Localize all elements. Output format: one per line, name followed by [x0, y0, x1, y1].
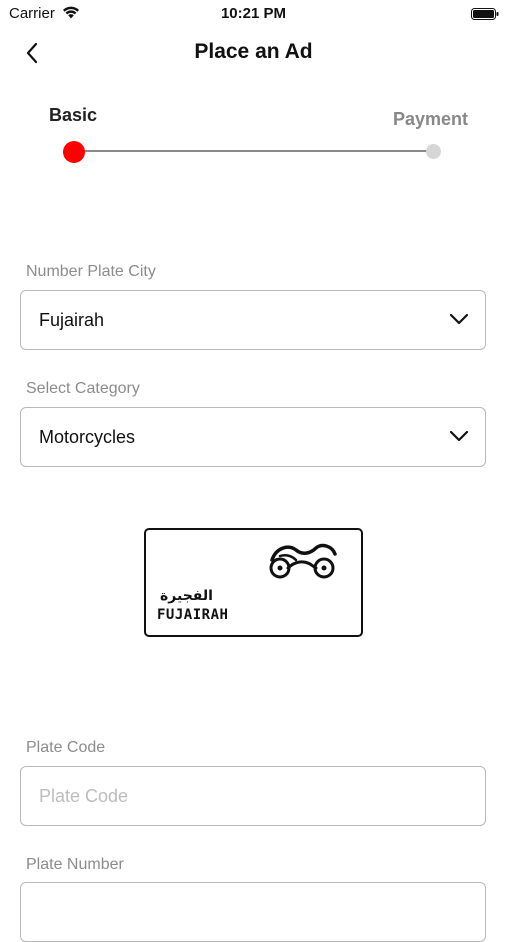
step-progress-line	[74, 150, 434, 152]
plate-number-field[interactable]	[20, 882, 486, 942]
plate-code-label: Plate Code	[26, 739, 106, 756]
step-basic-label: Basic	[49, 105, 98, 125]
clock: 10:21 PM	[220, 5, 287, 22]
step-payment-indicator	[426, 144, 441, 159]
plate-city-value: Fujairah	[39, 310, 105, 330]
plate-city-label: Number Plate City	[26, 263, 156, 280]
step-basic-indicator	[63, 141, 85, 163]
plate-arabic-city: الفجيرة	[160, 588, 213, 604]
plate-number-label: Plate Number	[26, 856, 124, 873]
plate-preview: الفجيرة FUJAIRAH	[144, 528, 363, 637]
chevron-down-icon	[449, 313, 469, 325]
category-label: Select Category	[26, 380, 140, 397]
plate-city-select[interactable]: Fujairah	[20, 290, 486, 350]
category-select[interactable]: Motorcycles	[20, 407, 486, 467]
plate-code-field[interactable]	[20, 766, 486, 826]
status-bar: Carrier 10:21 PM	[0, 0, 507, 28]
category-value: Motorcycles	[39, 427, 136, 447]
motorcycle-icon	[269, 543, 337, 579]
battery-icon	[471, 8, 499, 20]
chevron-down-icon	[449, 430, 469, 442]
page-title: Place an Ad	[194, 40, 313, 63]
step-payment-label: Payment	[393, 109, 469, 129]
plate-code-input[interactable]	[21, 767, 485, 825]
plate-city-name: FUJAIRAH	[157, 607, 229, 623]
